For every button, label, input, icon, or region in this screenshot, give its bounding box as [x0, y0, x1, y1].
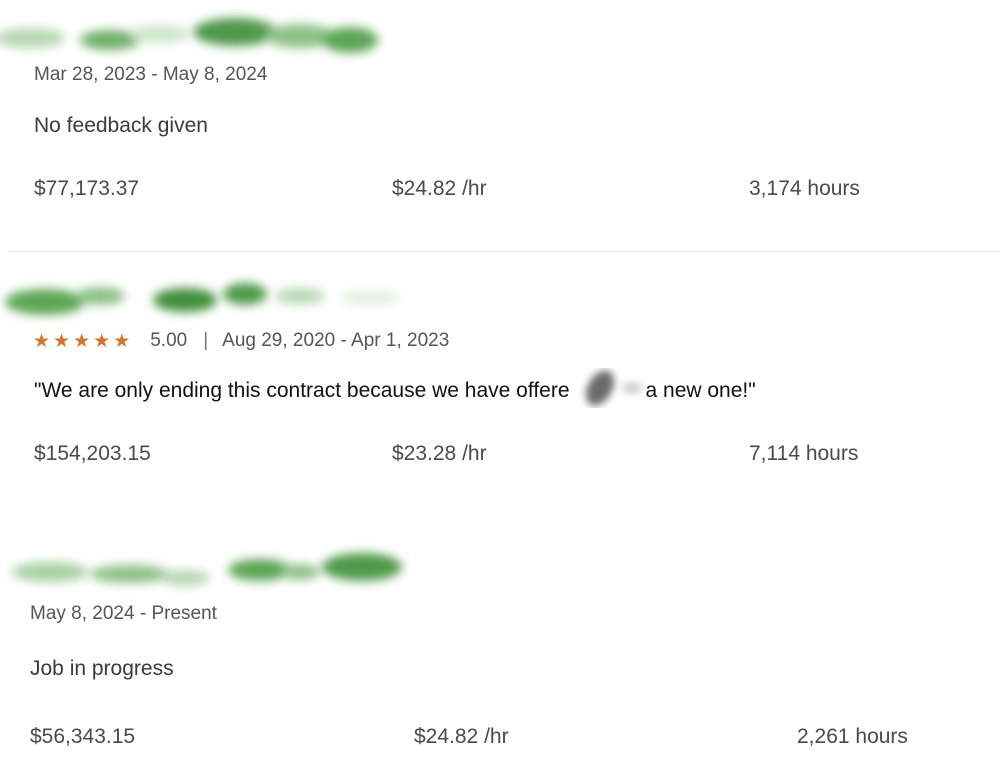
job-feedback: No feedback given — [34, 114, 208, 137]
job-dates: May 8, 2024 - Present — [30, 603, 217, 624]
redacted-name — [570, 370, 646, 406]
star-icon: ★ — [33, 330, 51, 352]
job-earned: $154,203.15 — [34, 442, 151, 465]
rating-score: 5.00 — [150, 330, 188, 351]
job-feedback: "We are only ending this contract becaus… — [34, 370, 756, 406]
job-feedback: Job in progress — [30, 657, 174, 680]
star-icon: ★ — [93, 330, 111, 352]
job-rate: $24.82 /hr — [392, 177, 487, 200]
rating-separator: | — [203, 330, 209, 351]
feedback-text-start: "We are only ending this contract becaus… — [34, 379, 570, 402]
job-dates: Mar 28, 2023 - May 8, 2024 — [34, 64, 268, 85]
job-rate: $24.82 /hr — [414, 725, 509, 748]
star-icon: ★ — [53, 330, 71, 352]
redacted-client-title-1 — [0, 18, 378, 53]
job-earned: $77,173.37 — [34, 177, 140, 200]
job-hours: 3,174 hours — [749, 177, 860, 200]
job-rate: $23.28 /hr — [392, 442, 487, 465]
job-hours: 7,114 hours — [749, 442, 859, 465]
job-earned: $56,343.15 — [30, 725, 136, 748]
star-icon: ★ — [113, 330, 131, 352]
job-hours: 2,261 hours — [797, 725, 908, 748]
rating-line: ★ ★ ★ ★ ★ 5.00 | Aug 29, 2020 - Apr 1, 2… — [33, 330, 449, 352]
job-divider — [8, 251, 1000, 252]
redacted-client-title-3 — [12, 553, 402, 586]
redacted-client-title-2 — [5, 283, 400, 315]
rating-stars: ★ ★ ★ ★ ★ — [33, 332, 130, 351]
star-icon: ★ — [73, 330, 91, 352]
job-dates: Aug 29, 2020 - Apr 1, 2023 — [222, 330, 450, 351]
feedback-text-end: a new one!" — [645, 379, 756, 402]
